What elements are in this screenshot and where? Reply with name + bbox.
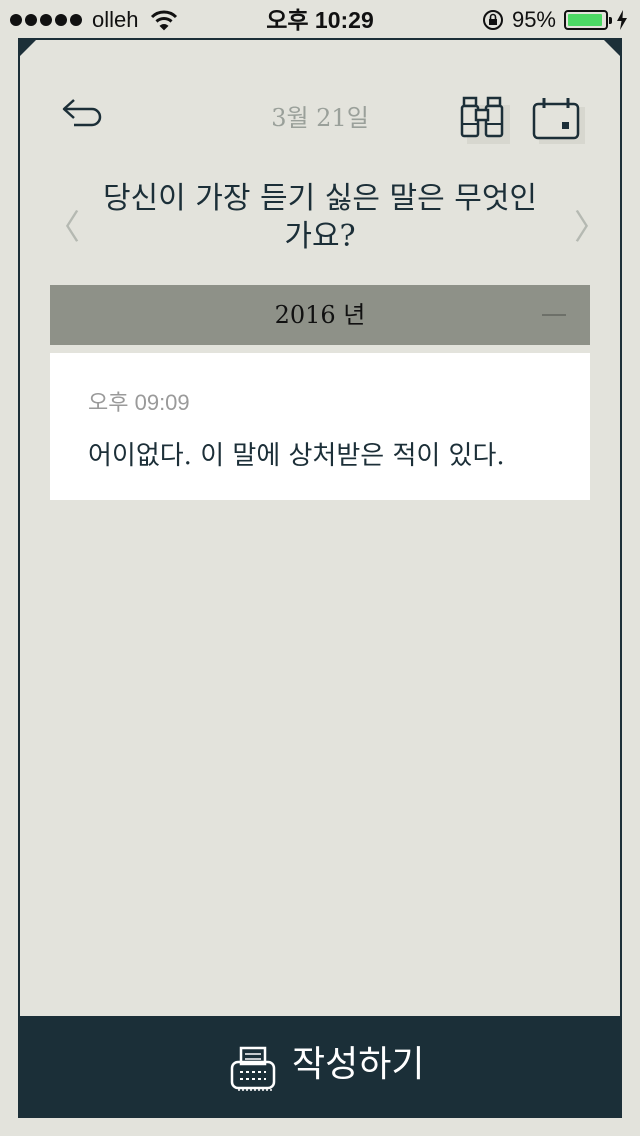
write-button[interactable]: 작성하기 — [20, 1016, 620, 1116]
status-bar: olleh 오후 10:29 95% — [0, 0, 640, 40]
previous-question-button[interactable]: 〈 — [46, 200, 80, 249]
collapse-icon — [542, 314, 566, 316]
battery-icon — [564, 10, 612, 30]
frame-corner-icon — [602, 38, 622, 58]
entry-time: 오후 09:09 — [88, 390, 190, 415]
status-right: 95% — [482, 6, 628, 34]
year-label: 2016 년 — [274, 301, 366, 329]
battery-fill — [568, 14, 603, 26]
entry-card[interactable]: 오후 09:09 어이없다. 이 말에 상처받은 적이 있다. — [50, 353, 590, 500]
binoculars-button[interactable] — [458, 94, 511, 145]
typewriter-icon — [230, 1046, 276, 1091]
write-button-label: 작성하기 — [292, 1044, 425, 1085]
next-question-button[interactable]: 〉 — [574, 200, 608, 249]
calendar-button[interactable] — [530, 94, 586, 145]
back-button[interactable] — [60, 96, 112, 136]
rotation-lock-icon — [482, 10, 503, 30]
binoculars-icon — [460, 96, 511, 145]
frame-corner-icon — [18, 38, 38, 58]
charging-bolt-icon — [617, 10, 627, 30]
entry-text: 어이없다. 이 말에 상처받은 적이 있다. — [88, 441, 505, 471]
back-arrow-icon — [62, 99, 102, 127]
date-title: 3월 21일 — [271, 104, 369, 132]
battery-percent: 95% — [511, 7, 556, 32]
year-section-header[interactable]: 2016 년 — [50, 285, 590, 345]
calendar-icon — [532, 98, 585, 145]
question-title: 당신이 가장 듣기 싫은 말은 무엇인가요? — [102, 181, 538, 254]
